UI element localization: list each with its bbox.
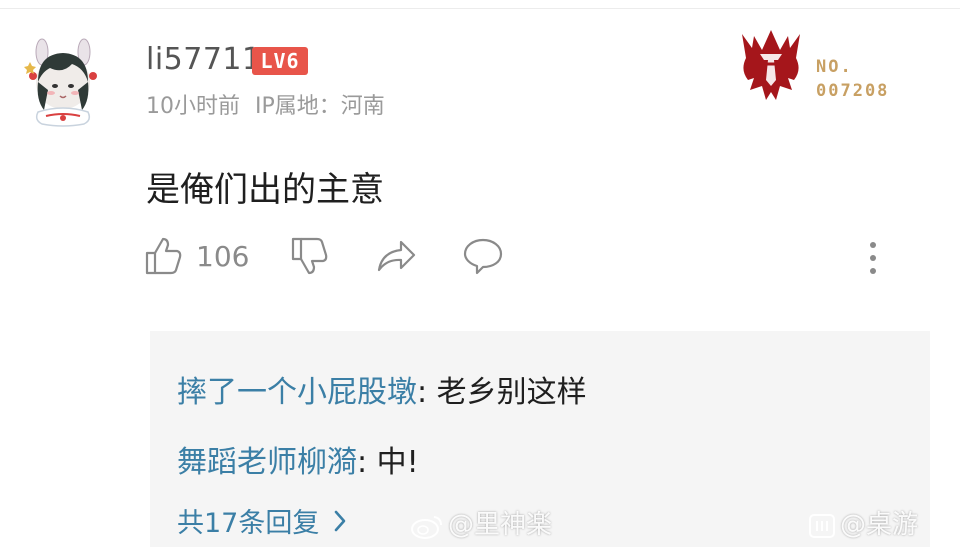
medal-no-label: NO. [816,57,853,77]
reply-item[interactable]: 摔了一个小屁股墩: 老乡别这样 [177,367,587,411]
thumbs-up-icon [145,237,182,275]
reply-text: 中! [376,445,419,480]
thumbs-down-icon [291,237,328,275]
like-count: 106 [196,239,250,273]
share-arrow-icon [377,240,416,272]
app-logo-icon [809,513,835,538]
comment-time: 10小时前 [146,94,240,119]
comment-text: 是俺们出的主意 [146,170,384,210]
reply-separator: : [357,445,377,480]
other-watermark-text: @桌游 [840,510,919,540]
ip-location: IP属地：河南 [255,94,385,119]
more-options-button[interactable] [866,240,880,276]
reply-button[interactable] [462,236,504,276]
comment-meta: 10小时前 IP属地：河南 [146,88,393,120]
medal-number-label: NO. 007208 [816,55,889,103]
reply-item[interactable]: 舞蹈老师柳漪: 中! [177,437,419,481]
user-avatar[interactable] [24,38,102,128]
reply-text: 老乡别这样 [436,375,587,410]
weibo-watermark-text: @里神楽 [448,510,553,540]
level-badge: LV6 [252,47,308,75]
weibo-watermark: @里神楽 [410,504,552,541]
action-bar: 106 [140,236,900,286]
reply-author[interactable]: 舞蹈老师柳漪 [177,445,357,480]
weibo-logo-icon [411,515,442,539]
share-button[interactable] [376,236,416,276]
chevron-right-icon [335,510,346,531]
medal-number: 007208 [816,81,890,101]
avatar-image [24,38,97,127]
reply-author[interactable]: 摔了一个小屁股墩 [177,375,417,410]
top-divider [0,0,960,9]
reply-separator: : [417,375,437,410]
dislike-button[interactable] [290,236,328,276]
vertical-dots-icon [870,242,876,274]
like-button[interactable]: 106 [144,236,249,276]
other-watermark: @桌游 [808,504,918,541]
speech-bubble-icon [463,238,503,275]
username[interactable]: li57711 [146,42,262,77]
reply-total-label: 共17条回复 [177,508,320,539]
horde-emblem-icon [736,28,806,104]
view-all-replies-link[interactable]: 共17条回复 [177,501,347,540]
